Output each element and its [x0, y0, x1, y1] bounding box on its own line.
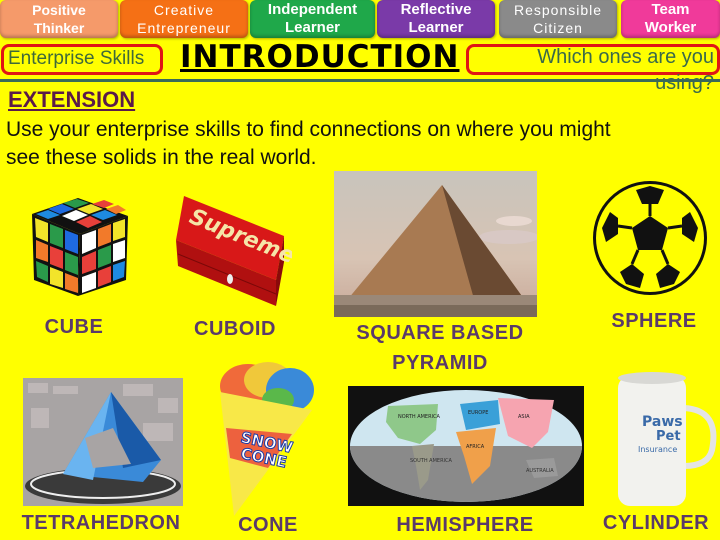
tetrahedron-building-image [23, 378, 183, 506]
skill-line1: Positive [32, 2, 86, 18]
supreme-box-image: Supreme [172, 188, 292, 308]
label-cuboid: CUBOID [194, 318, 276, 340]
pet-text: Pet [656, 429, 681, 444]
skill-positive-thinker[interactable]: Positive Thinker [0, 0, 118, 38]
label-square-based-pyramid: SQUARE BASED PYRAMID [330, 318, 550, 378]
snow-cone-image: SNOW CONE [218, 360, 316, 518]
africa-label: AFRICA [466, 444, 485, 450]
label-cylinder: CYLINDER [602, 512, 710, 534]
skill-line2: Learner [284, 19, 340, 36]
skill-independent-learner[interactable]: Independent Learner [250, 0, 375, 38]
label-hemisphere: HEMISPHERE [396, 514, 534, 536]
enterprise-skills-label: Enterprise Skills [8, 48, 145, 69]
extension-heading: EXTENSION [8, 87, 136, 112]
australia-label: AUSTRALIA [526, 468, 554, 474]
header-divider [0, 79, 720, 82]
question-line2: using? [655, 72, 714, 94]
insurance-text: Insurance [638, 445, 677, 454]
instruction-text: Use your enterprise skills to find conne… [6, 116, 720, 172]
pyramid-image [334, 171, 537, 317]
skill-line2: Thinker [33, 20, 85, 36]
europe-label: EUROPE [468, 410, 488, 416]
paws-text: Paws [642, 414, 683, 430]
instruction-line1: Use your enterprise skills to find conne… [6, 118, 611, 141]
question-line1: Which ones are you [537, 46, 714, 68]
skill-line1: Reflective [400, 1, 472, 18]
skill-responsible-citizen[interactable]: Responsible Citizen [499, 0, 617, 38]
label-cone: CONE [238, 514, 298, 536]
skill-creative-entrepreneur[interactable]: Creative Entrepreneur [120, 0, 248, 38]
label-tetrahedron: TETRAHEDRON [21, 512, 181, 534]
skill-line1: Responsible [513, 2, 603, 18]
instruction-line2: see these solids in the real world. [6, 146, 317, 169]
label-line1: SQUARE BASED [356, 322, 524, 344]
asia-label: ASIA [518, 414, 530, 420]
football-image [590, 178, 710, 298]
skill-team-worker[interactable]: Team Worker [621, 0, 720, 38]
skill-line2: Citizen [533, 20, 583, 36]
page-title: INTRODUCTION [180, 39, 460, 75]
world-map-image: NORTH AMERICA EUROPE ASIA AFRICA SOUTH A… [348, 386, 584, 506]
label-line2: PYRAMID [392, 352, 488, 374]
skill-reflective-learner[interactable]: Reflective Learner [377, 0, 495, 38]
skill-line2: Entrepreneur [137, 20, 231, 36]
skill-line1: Team [651, 1, 690, 18]
label-sphere: SPHERE [611, 310, 697, 332]
south-america-label: SOUTH AMERICA [410, 458, 453, 464]
rubiks-cube-image [26, 192, 132, 300]
skill-line1: Creative [153, 2, 215, 18]
skill-line1: Independent [267, 1, 358, 18]
north-america-label: NORTH AMERICA [398, 414, 441, 420]
which-ones-question: Which ones are you using? [454, 44, 714, 96]
paws-mug-image: Paws Pet Insurance [612, 370, 720, 510]
skill-line2: Learner [408, 19, 464, 36]
skill-line2: Worker [644, 19, 697, 36]
label-cube: CUBE [44, 316, 104, 338]
